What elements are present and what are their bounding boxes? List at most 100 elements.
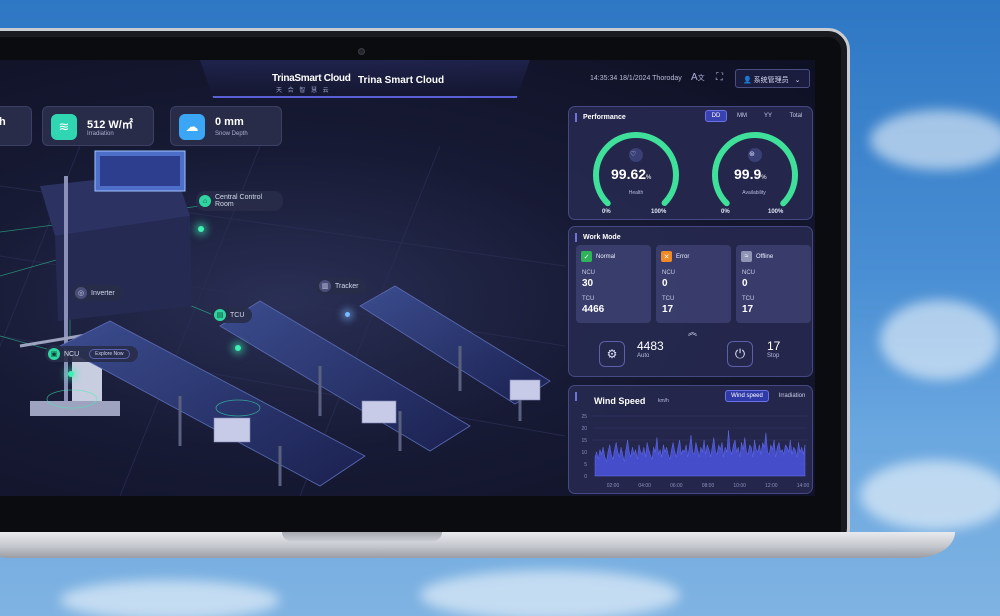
label-text: Inverter	[91, 289, 115, 297]
laptop-base	[0, 532, 955, 558]
stop-label: Stop	[767, 353, 780, 359]
logo-subtitle: 天 合 智 慧 云	[276, 88, 331, 94]
top-bar: TrinaSmart Cloud 天 合 智 慧 云 Trina Smart C…	[0, 60, 815, 100]
stat-card-partial: h	[0, 106, 32, 146]
title-accent	[575, 233, 577, 242]
status-dot	[68, 371, 74, 377]
laptop-notch	[282, 532, 442, 541]
stat-value: 512 W/㎡	[87, 119, 133, 131]
status-dot	[345, 312, 350, 317]
availability-max: 100%	[768, 209, 784, 215]
solar-panels	[59, 285, 551, 487]
health-value: 99.62%	[611, 166, 652, 182]
tab-mm[interactable]: MM	[731, 110, 753, 122]
title-accent	[575, 392, 577, 401]
wifi-icon: ≈	[741, 251, 752, 262]
work-mode-card-normal[interactable]: ✓ Normal NCU 30 TCU 4466	[576, 245, 651, 323]
tab-dd[interactable]: DD	[705, 110, 727, 122]
title-accent	[575, 113, 577, 122]
x-tick-label: 12:00	[765, 483, 778, 489]
user-menu[interactable]: 👤 系统管理员 ⌄	[735, 69, 810, 88]
logo: TrinaSmart Cloud	[272, 73, 351, 84]
tab-total[interactable]: Total	[783, 110, 809, 122]
cloud	[860, 460, 1000, 530]
availability-min: 0%	[721, 209, 730, 215]
stat-label: Irradiation	[87, 131, 114, 137]
auto-stat: 4483 Auto	[637, 339, 664, 359]
ncu-label[interactable]: ▣ NCU Explore Now	[45, 346, 138, 362]
user-icon: 👤	[743, 77, 754, 84]
y-tick-label: 25	[581, 414, 587, 420]
label-text: NCU	[64, 350, 80, 358]
explore-now-button[interactable]: Explore Now	[89, 349, 130, 359]
tcu-label: TCU	[742, 296, 755, 302]
app-title: Trina Smart Cloud	[358, 75, 445, 86]
tcu-label: TCU	[662, 296, 675, 302]
cloud	[60, 580, 280, 616]
ncu-icon: ▣	[48, 348, 60, 360]
tab-irradiation[interactable]: Irradiation	[773, 390, 811, 402]
snow-cloud-icon: ☁	[179, 114, 205, 140]
y-tick-label: 0	[584, 474, 587, 480]
health-label: Health	[628, 190, 644, 196]
x-tick-label: 14:00	[797, 483, 810, 489]
x-tick-label: 10:00	[733, 483, 746, 489]
work-mode-card-error[interactable]: ✕ Error NCU 0 TCU 17	[656, 245, 731, 323]
cloud	[420, 570, 680, 616]
inverter-icon: ◎	[75, 287, 87, 299]
tcu-label[interactable]: ▤ TCU	[211, 307, 253, 323]
work-mode-card-offline[interactable]: ≈ Offline NCU 0 TCU 17	[736, 245, 811, 323]
stat-value: 0 mm	[215, 116, 244, 128]
stat-label: Snow Depth	[215, 131, 248, 137]
central-control-room-label[interactable]: ⌂ Central Control Room	[196, 191, 283, 211]
panel-title: Performance	[583, 114, 626, 121]
ncu-value: 30	[582, 278, 594, 289]
power-icon: ⏻	[727, 341, 753, 367]
y-tick-label: 10	[581, 450, 587, 456]
cloud	[870, 110, 1000, 170]
user-name: 系统管理员	[753, 77, 789, 84]
auto-icon: ⚙	[599, 341, 625, 367]
check-icon: ✓	[581, 251, 592, 262]
auto-label: Auto	[637, 353, 650, 359]
webcam	[358, 48, 365, 55]
tab-yy[interactable]: YY	[757, 110, 779, 122]
card-header: ≈ Offline	[741, 251, 773, 262]
tracker-icon: ▥	[319, 280, 331, 292]
dashboard-screen: TrinaSmart Cloud 天 合 智 慧 云 Trina Smart C…	[0, 60, 815, 496]
fullscreen-icon[interactable]: ⛶	[716, 72, 723, 83]
ncu-value: 0	[742, 278, 748, 289]
tcu-label: TCU	[582, 296, 595, 302]
wind-speed-panel: Wind Speed km/h Wind speed Irradiation 0…	[568, 385, 813, 494]
performance-panel: Performance DD MM YY Total ♡ 99.62% Heal…	[568, 106, 813, 220]
stat-value: h	[0, 116, 6, 128]
x-tick-label: 06:00	[670, 483, 683, 489]
y-tick-label: 5	[584, 462, 587, 468]
auto-value: 4483	[637, 339, 664, 353]
health-max: 100%	[651, 209, 667, 215]
health-min: 0%	[602, 209, 611, 215]
tracker-label[interactable]: ▥ Tracker	[316, 278, 367, 294]
tab-wind-speed[interactable]: Wind speed	[725, 390, 769, 402]
label-text: Central Control Room	[215, 194, 263, 208]
card-header: ✓ Normal	[581, 251, 615, 262]
card-title: Error	[676, 253, 690, 260]
collapse-icon[interactable]: ︽	[688, 325, 697, 338]
card-title: Offline	[756, 253, 774, 260]
building-icon: ⌂	[199, 195, 211, 207]
status-dot	[198, 226, 204, 232]
y-tick-label: 15	[581, 438, 587, 444]
stop-value: 17	[767, 339, 781, 353]
translate-icon[interactable]: A文	[691, 72, 705, 83]
wind-speed-chart: 0 5 10 15 20 25 02:00 04:00 06:00 08:00 10:00 12:00…	[581, 414, 810, 489]
inverter-label[interactable]: ◎ Inverter	[72, 285, 123, 301]
error-icon: ✕	[661, 251, 672, 262]
x-tick-label: 04:00	[638, 483, 651, 489]
ncu-label: NCU	[742, 270, 755, 276]
availability-value: 99.9%	[734, 166, 767, 182]
chevron-down-icon: ⌄	[794, 77, 801, 84]
wind-speed-series	[594, 430, 806, 477]
label-text: Tracker	[335, 282, 359, 290]
cloud	[880, 300, 1000, 380]
irradiation-icon: ≋	[51, 114, 77, 140]
